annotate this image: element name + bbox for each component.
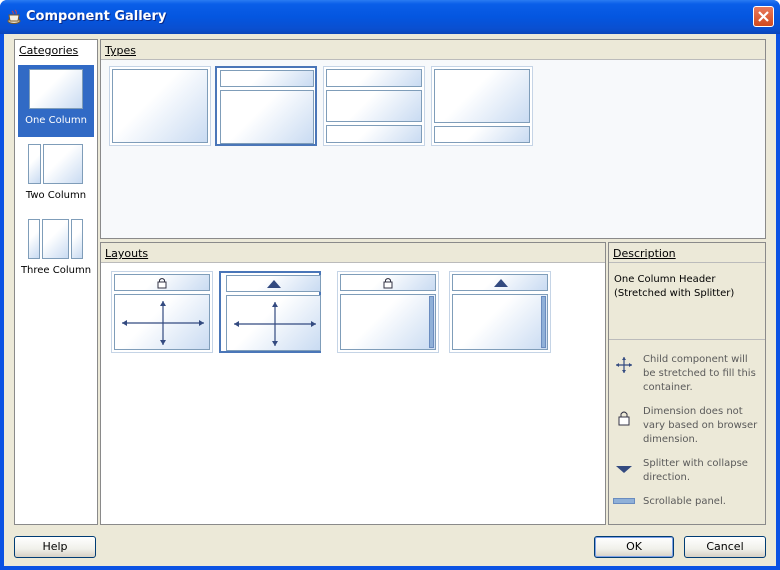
three-column-right-thumbnail-icon [71, 219, 83, 259]
lock-icon [157, 278, 167, 289]
layout-header-thumbnail-icon [340, 274, 436, 291]
help-button[interactable]: Help [14, 536, 96, 558]
description-divider [609, 339, 765, 340]
category-two-column[interactable]: Two Column [18, 140, 94, 212]
category-three-column[interactable]: Three Column [18, 215, 94, 287]
close-icon [758, 11, 769, 22]
layout-locked-scrollable[interactable] [337, 271, 439, 353]
two-column-left-thumbnail-icon [28, 144, 41, 184]
one-column-thumbnail-icon [29, 69, 83, 109]
layouts-header: Layouts [105, 247, 149, 260]
scrollbar-icon [613, 498, 635, 504]
three-column-left-thumbnail-icon [28, 219, 40, 259]
splitter-triangle-icon [616, 466, 632, 473]
categories-header: Categories [19, 44, 79, 57]
layout-body-thumbnail-icon [340, 294, 436, 350]
layout-splitter-stretched[interactable] [219, 271, 321, 353]
description-panel: Description One Column Header (Stretched… [608, 242, 766, 525]
type-plain[interactable] [109, 66, 211, 146]
window-title: Component Gallery [26, 9, 167, 24]
layout-body-thumbnail-icon [226, 295, 321, 351]
splitter-triangle-icon [494, 279, 508, 287]
type-body-thumbnail-icon [326, 90, 422, 122]
category-one-column[interactable]: One Column [18, 65, 94, 137]
layout-splitter-scrollable[interactable] [449, 271, 551, 353]
type-header[interactable] [215, 66, 317, 146]
type-header-footer[interactable] [323, 66, 425, 146]
scrollbar-icon [429, 296, 434, 348]
categories-panel: Categories One Column Two Column Three C… [14, 39, 98, 525]
type-footer-thumbnail-icon [326, 125, 422, 143]
stretch-arrows-icon [122, 301, 204, 345]
legend-stretch-text: Child component will be stretched to fil… [643, 354, 756, 393]
layout-locked-stretched[interactable] [111, 271, 213, 353]
type-footer-thumbnail-icon [434, 126, 530, 143]
description-header: Description [613, 247, 676, 260]
stretch-arrows-icon [234, 302, 316, 346]
legend-scrollable-text: Scrollable panel. [643, 496, 726, 507]
types-panel: Types [100, 39, 766, 239]
three-column-center-thumbnail-icon [42, 219, 69, 259]
types-header-bar: Types [101, 40, 765, 60]
layout-body-thumbnail-icon [114, 294, 210, 350]
category-label: One Column [25, 115, 87, 126]
description-text: One Column Header (Stretched with Splitt… [614, 274, 735, 299]
lock-icon [618, 411, 630, 426]
legend-splitter-text: Splitter with collapse direction. [643, 458, 748, 483]
title-bar[interactable]: Component Gallery [0, 0, 780, 34]
layout-header-thumbnail-icon [114, 274, 210, 291]
legend-lock-text: Dimension does not vary based on browser… [643, 406, 758, 445]
layout-header-thumbnail-icon [452, 274, 548, 291]
layouts-panel: Layouts [100, 242, 606, 525]
close-button[interactable] [753, 6, 774, 27]
layout-header-thumbnail-icon [226, 275, 321, 292]
layouts-header-bar: Layouts [101, 243, 605, 263]
type-body-thumbnail-icon [112, 69, 208, 143]
layout-body-thumbnail-icon [452, 294, 548, 350]
category-label: Two Column [25, 190, 87, 201]
cancel-button[interactable]: Cancel [684, 536, 766, 558]
dialog-window: Component Gallery Categories One Column … [0, 0, 780, 570]
type-header-thumbnail-icon [326, 69, 422, 87]
splitter-triangle-icon [267, 280, 281, 288]
stretch-arrows-icon [616, 357, 632, 373]
type-body-thumbnail-icon [220, 90, 314, 144]
scrollbar-icon [541, 296, 546, 348]
lock-icon [383, 278, 393, 289]
types-header: Types [105, 44, 136, 57]
type-header-thumbnail-icon [220, 70, 314, 87]
type-body-thumbnail-icon [434, 69, 530, 123]
dialog-client-area: Categories One Column Two Column Three C… [4, 34, 776, 566]
category-label: Three Column [20, 265, 92, 276]
two-column-right-thumbnail-icon [43, 144, 83, 184]
type-footer[interactable] [431, 66, 533, 146]
description-header-bar: Description [609, 243, 765, 263]
coffee-cup-icon [7, 9, 21, 24]
ok-button[interactable]: OK [594, 536, 674, 558]
